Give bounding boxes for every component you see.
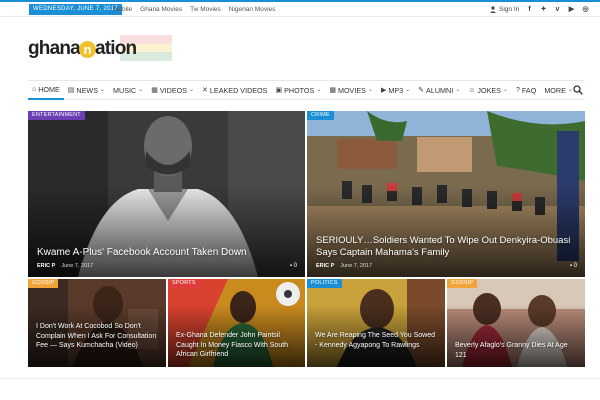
nav-leaked-videos[interactable]: ✕ LEAKED VIDEOS xyxy=(198,81,271,100)
category-tag[interactable]: GOSSIP xyxy=(28,279,59,288)
post-card-1[interactable]: GOSSIP I Don't Work At Cocobod So Don't … xyxy=(28,279,166,367)
top-links: Mobile Ghana Movies Tw Movies Nigerian M… xyxy=(113,4,275,15)
search-icon[interactable] xyxy=(573,85,583,95)
expand-icon: ✕ xyxy=(202,86,208,94)
chevron-down-icon: ⌄ xyxy=(502,86,509,93)
nav-mp3[interactable]: ▶ MP3 ⌄ xyxy=(377,81,414,100)
post-card-4[interactable]: GOSSIP Beverly Afaglo's Granny Dies At A… xyxy=(447,279,585,367)
top-link-nigerian-movies[interactable]: Nigerian Movies xyxy=(229,4,276,15)
social-links: f ✦ v ▶ ◎ xyxy=(526,5,589,14)
sign-in-link[interactable]: Sign In xyxy=(490,4,519,15)
post-title[interactable]: SERIOULY…Soldiers Wanted To Wipe Out Den… xyxy=(316,235,571,259)
chevron-down-icon: ⌄ xyxy=(138,86,144,93)
nav-music[interactable]: MUSIC ⌄ xyxy=(109,81,147,100)
category-tag[interactable]: GOSSIP xyxy=(447,279,478,288)
chevron-down-icon: ⌄ xyxy=(189,86,195,93)
post-title[interactable]: Kwame A-Plus' Facebook Account Taken Dow… xyxy=(37,247,287,259)
home-icon: ⌂ xyxy=(32,85,37,93)
facebook-icon[interactable]: f xyxy=(526,5,533,14)
post-date: June 7, 2017 xyxy=(340,263,373,269)
nav-faq[interactable]: ? FAQ xyxy=(512,81,540,100)
post-meta: ERIC P June 7, 2017 xyxy=(316,263,372,269)
top-bar: WEDNESDAY, JUNE 7, 2017 Mobile Ghana Mov… xyxy=(0,0,600,17)
nav-photos[interactable]: ▣ PHOTOS ⌄ xyxy=(271,81,325,100)
post-title[interactable]: We Are Reaping The Seed You Sowed - Kenn… xyxy=(315,331,439,350)
chevron-down-icon: ⌄ xyxy=(316,86,322,93)
post-card-3[interactable]: POLITICS We Are Reaping The Seed You Sow… xyxy=(307,279,445,367)
nav-movies[interactable]: ▦ MOVIES ⌄ xyxy=(325,81,377,100)
logo-text-1: ghana xyxy=(28,38,81,59)
chevron-down-icon: ⌄ xyxy=(367,86,373,93)
category-tag[interactable]: SPORTS xyxy=(168,279,200,288)
category-tag[interactable]: POLITICS xyxy=(307,279,342,288)
logo-text-2: ation xyxy=(94,38,137,59)
nav-more[interactable]: MORE ⌄ xyxy=(540,81,577,100)
post-author[interactable]: ERIC P xyxy=(37,263,55,269)
post-author[interactable]: ERIC P xyxy=(316,263,334,269)
instagram-icon[interactable]: ◎ xyxy=(582,5,589,14)
edit-icon: ✎ xyxy=(418,86,425,94)
category-tag[interactable]: ENTERTAINMENT xyxy=(28,111,85,120)
post-card-2[interactable]: SPORTS Ex-Ghana Defender John Paintsil C… xyxy=(168,279,305,367)
date-badge: WEDNESDAY, JUNE 7, 2017 xyxy=(29,4,123,15)
nav-jokes[interactable]: ☺ JOKES ⌄ xyxy=(464,81,512,100)
main-nav: ⌂ HOME ▤ NEWS ⌄ MUSIC ⌄ ▦ VIDEOS ⌄ ✕ LEAKED VID… xyxy=(28,80,585,100)
smile-icon: ☺ xyxy=(468,86,476,94)
youtube-icon[interactable]: ▶ xyxy=(568,5,575,14)
site-logo[interactable]: ghana n ation xyxy=(28,35,172,63)
top-link-mobile[interactable]: Mobile xyxy=(113,4,132,15)
film-icon: ▦ xyxy=(151,86,158,94)
divider xyxy=(0,378,600,379)
logo-n-circle: n xyxy=(78,40,96,58)
post-title[interactable]: I Don't Work At Cocobod So Don't Complai… xyxy=(36,322,160,351)
featured-post-2[interactable]: CRIME SERIOULY…Soldiers Wanted To Wipe O… xyxy=(307,111,585,277)
image-icon: ▣ xyxy=(275,86,283,94)
featured-post-1[interactable]: ENTERTAINMENT Kwame A-Plus' Facebook Acc… xyxy=(28,111,305,277)
top-link-tw-movies[interactable]: Tw Movies xyxy=(190,4,221,15)
newspaper-icon: ▤ xyxy=(67,86,75,94)
nav-home[interactable]: ⌂ HOME xyxy=(28,81,64,100)
comment-count[interactable]: ▪ 0 xyxy=(570,263,577,269)
question-icon: ? xyxy=(516,86,520,94)
comment-count[interactable]: ▪ 0 xyxy=(290,263,297,269)
user-icon xyxy=(490,6,496,13)
twitter-icon[interactable]: ✦ xyxy=(540,5,547,14)
post-title[interactable]: Beverly Afaglo's Granny Dies At Age 121 xyxy=(455,341,579,360)
sign-in-label: Sign In xyxy=(499,6,520,13)
category-tag[interactable]: CRIME xyxy=(307,111,334,120)
post-meta: ERIC P June 7, 2017 xyxy=(37,263,93,269)
top-link-ghana-movies[interactable]: Ghana Movies xyxy=(140,4,182,15)
film-icon: ▦ xyxy=(329,86,336,94)
post-title[interactable]: Ex-Ghana Defender John Paintsil Caught I… xyxy=(176,331,301,360)
nav-videos[interactable]: ▦ VIDEOS ⌄ xyxy=(147,81,198,100)
chevron-down-icon: ⌄ xyxy=(455,86,461,93)
nav-news[interactable]: ▤ NEWS ⌄ xyxy=(64,81,109,100)
chevron-down-icon: ⌄ xyxy=(405,86,411,93)
post-date: June 7, 2017 xyxy=(61,263,94,269)
vimeo-icon[interactable]: v xyxy=(554,5,561,14)
chevron-down-icon: ⌄ xyxy=(99,86,106,93)
play-icon: ▶ xyxy=(380,86,387,94)
nav-alumni[interactable]: ✎ ALUMNI ⌄ xyxy=(414,81,464,100)
